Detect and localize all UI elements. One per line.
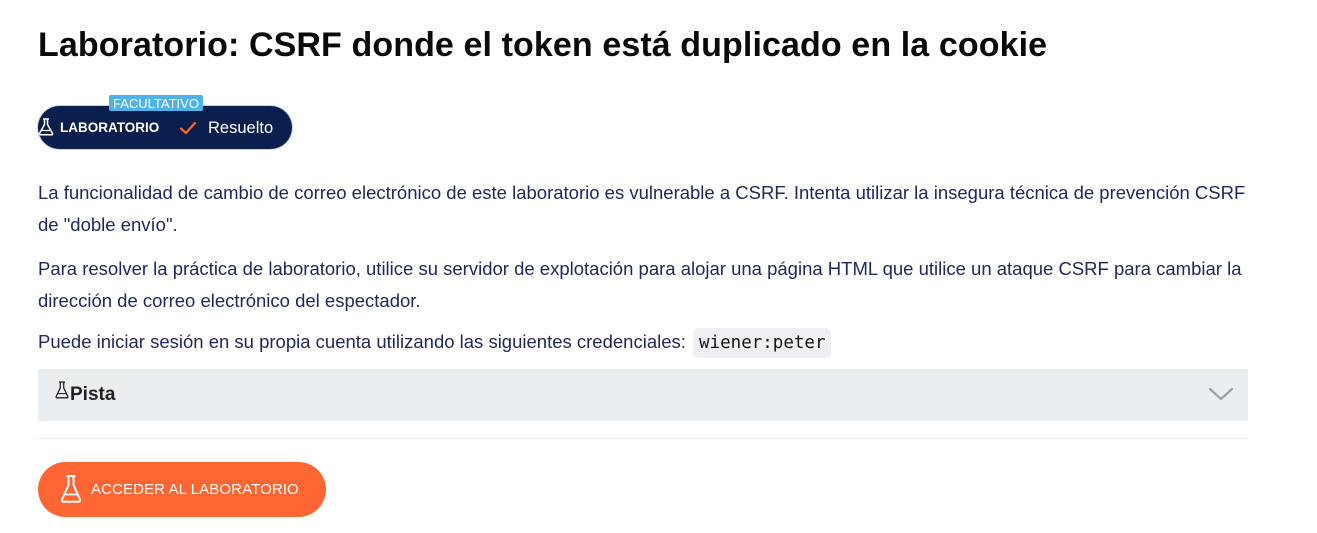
lab-page: Laboratorio: CSRF donde el token está du… xyxy=(0,0,1317,533)
access-lab-label: ACCEDER AL LABORATORIO xyxy=(91,481,299,498)
hint-label: Pista xyxy=(70,384,116,405)
flask-icon xyxy=(55,381,69,399)
access-lab-button[interactable]: ACCEDER AL LABORATORIO xyxy=(38,462,326,517)
lab-status-pill: LABORATORIO Resuelto xyxy=(38,106,292,149)
flask-icon xyxy=(60,475,82,503)
credentials-paragraph: Puede iniciar sesión en su propia cuenta… xyxy=(38,326,1248,358)
lab-badge-label: LABORATORIO xyxy=(60,120,160,135)
flask-icon xyxy=(38,118,54,136)
credentials-intro: Puede iniciar sesión en su propia cuenta… xyxy=(38,331,686,352)
credentials-code: wiener:peter xyxy=(693,328,832,358)
status-label: Resuelto xyxy=(208,119,274,137)
description-paragraph-2: Para resolver la práctica de laboratorio… xyxy=(38,258,1242,311)
checkmark-icon xyxy=(179,121,197,135)
chevron-down-icon[interactable] xyxy=(1208,386,1234,402)
description-paragraph-1: La funcionalidad de cambio de correo ele… xyxy=(38,182,1246,235)
hint-accordion[interactable]: Pista xyxy=(38,369,1248,421)
page-title: Laboratorio: CSRF donde el token está du… xyxy=(38,26,1048,64)
optional-badge: FACULTATIVO xyxy=(109,95,203,111)
section-divider xyxy=(38,438,1248,439)
